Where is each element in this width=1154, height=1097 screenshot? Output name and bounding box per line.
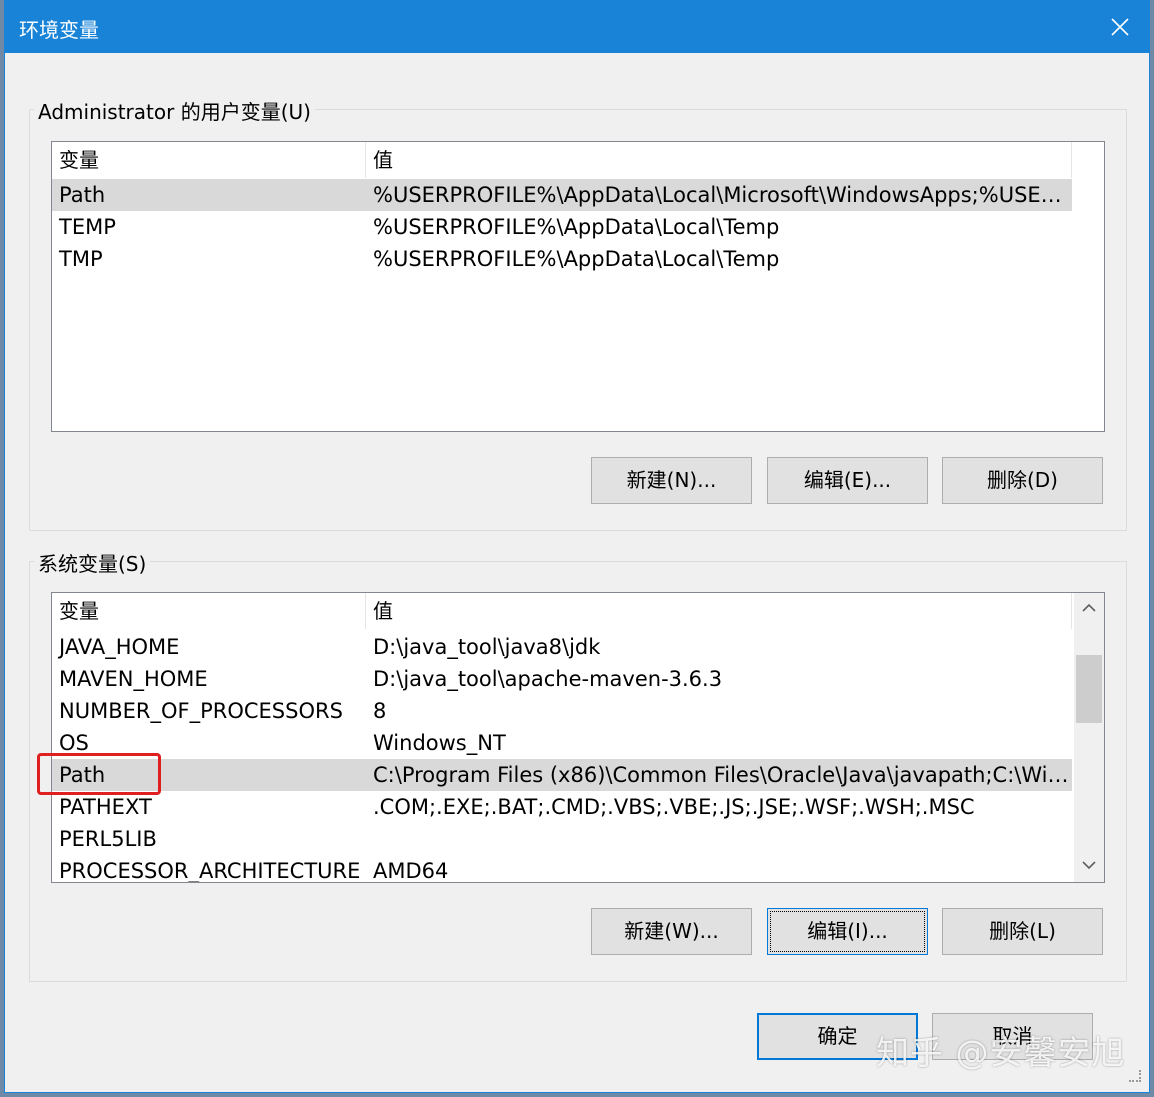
user-variables-list[interactable]: 变量 值 Path %USERPROFILE%\AppData\Local\Mi… [51, 141, 1105, 432]
user-variables-label: Administrator 的用户变量(U) [34, 96, 315, 125]
variable-value: 8 [373, 699, 387, 723]
variable-name: PERL5LIB [59, 827, 157, 851]
scroll-down-button[interactable] [1074, 850, 1104, 882]
user-edit-button[interactable]: 编辑(E)... [767, 457, 928, 504]
list-header: 变量 值 [52, 142, 1072, 178]
table-row[interactable]: TMP %USERPROFILE%\AppData\Local\Temp [52, 243, 1072, 275]
watermark: 知乎 @安馨安旭 [876, 1033, 1126, 1072]
system-variables-label: 系统变量(S) [34, 548, 151, 577]
variable-name: TMP [59, 247, 103, 271]
system-variables-list[interactable]: 变量 值 JAVA_HOME D:\java_tool\java8\jdk MA… [51, 592, 1105, 883]
variable-name: NUMBER_OF_PROCESSORS [59, 699, 343, 723]
variable-value [366, 823, 1072, 855]
table-row[interactable]: NUMBER_OF_PROCESSORS 8 [52, 695, 1072, 727]
close-icon [1111, 18, 1129, 36]
variable-name: PATHEXT [59, 795, 152, 819]
variable-value: %USERPROFILE%\AppData\Local\Temp [373, 215, 780, 239]
list-header: 变量 值 [52, 593, 1072, 629]
close-button[interactable] [1091, 1, 1149, 53]
window-title: 环境变量 [19, 18, 99, 42]
table-row[interactable]: PERL5LIB [52, 823, 1072, 855]
table-row[interactable]: PROCESSOR_ARCHITECTURE AMD64 [52, 855, 1072, 883]
user-delete-button[interactable]: 删除(D) [942, 457, 1103, 504]
variable-name: MAVEN_HOME [59, 667, 208, 691]
chevron-up-icon [1082, 603, 1096, 612]
variable-value: %USERPROFILE%\AppData\Local\Microsoft\Wi… [373, 183, 1072, 207]
scroll-up-button[interactable] [1074, 593, 1104, 625]
table-row[interactable]: OS Windows_NT [52, 727, 1072, 759]
variable-value: D:\java_tool\java8\jdk [373, 635, 601, 659]
variable-value: D:\java_tool\apache-maven-3.6.3 [373, 667, 723, 691]
chevron-down-icon [1082, 861, 1096, 870]
table-row[interactable]: TEMP %USERPROFILE%\AppData\Local\Temp [52, 211, 1072, 243]
column-header-value[interactable]: 值 [366, 142, 1072, 178]
column-header-variable[interactable]: 变量 [52, 593, 366, 629]
table-row[interactable]: JAVA_HOME D:\java_tool\java8\jdk [52, 631, 1072, 663]
table-row[interactable]: MAVEN_HOME D:\java_tool\apache-maven-3.6… [52, 663, 1072, 695]
variable-value: AMD64 [373, 859, 449, 883]
variable-value: %USERPROFILE%\AppData\Local\Temp [373, 247, 780, 271]
table-row[interactable]: PATHEXT .COM;.EXE;.BAT;.CMD;.VBS;.VBE;.J… [52, 791, 1072, 823]
resize-grip-icon[interactable] [1129, 1070, 1141, 1082]
title-bar[interactable]: 环境变量 [5, 1, 1149, 53]
system-new-button[interactable]: 新建(W)... [591, 908, 752, 955]
table-row-selected[interactable]: Path C:\Program Files (x86)\Common Files… [52, 759, 1072, 791]
column-header-value[interactable]: 值 [366, 593, 1072, 629]
variable-name: Path [59, 183, 106, 207]
annotation-highlight-box [37, 753, 161, 795]
variable-name: PROCESSOR_ARCHITECTURE [59, 859, 361, 883]
column-header-variable[interactable]: 变量 [52, 142, 366, 178]
variable-value: .COM;.EXE;.BAT;.CMD;.VBS;.VBE;.JS;.JSE;.… [373, 795, 975, 819]
environment-variables-dialog: 环境变量 Administrator 的用户变量(U) 变量 值 Path %U… [4, 0, 1150, 1093]
variable-name: JAVA_HOME [59, 635, 180, 659]
variable-name: TEMP [59, 215, 116, 239]
variable-value: C:\Program Files (x86)\Common Files\Orac… [373, 763, 1072, 787]
variable-value: Windows_NT [373, 731, 506, 755]
table-row-selected[interactable]: Path %USERPROFILE%\AppData\Local\Microso… [52, 179, 1072, 211]
vertical-scrollbar[interactable] [1074, 593, 1104, 882]
scrollbar-thumb[interactable] [1076, 655, 1102, 723]
system-delete-button[interactable]: 删除(L) [942, 908, 1103, 955]
user-new-button[interactable]: 新建(N)... [591, 457, 752, 504]
system-edit-button[interactable]: 编辑(I)... [767, 908, 928, 955]
